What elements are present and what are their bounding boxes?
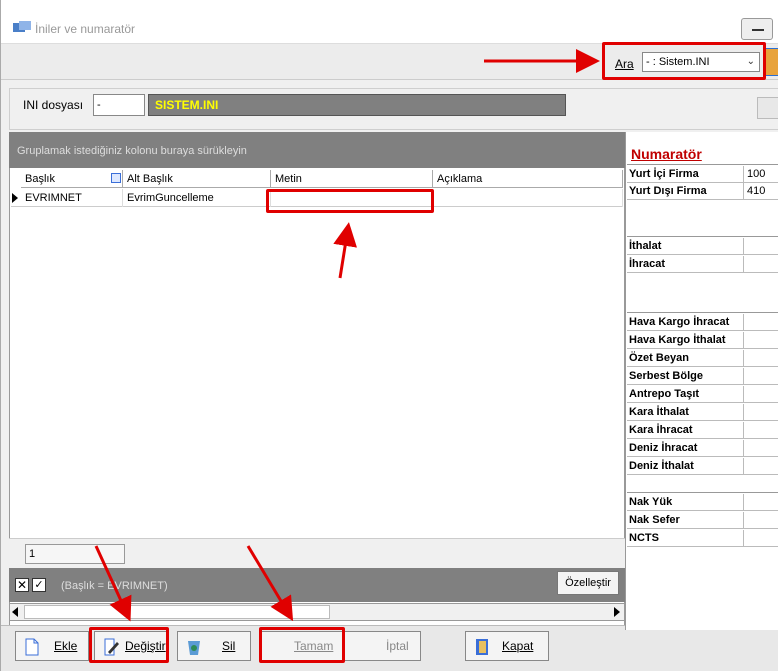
minimize-button[interactable] bbox=[741, 18, 773, 40]
cell-alt-baslik[interactable]: EvrimGuncelleme bbox=[123, 189, 271, 207]
ini-name-field: SISTEM.INI bbox=[148, 94, 566, 116]
filter-enabled-checkbox[interactable]: ✓ bbox=[32, 578, 46, 592]
numarator-row[interactable]: Özet Beyan bbox=[627, 350, 778, 367]
window-title: İniler ve numaratör bbox=[35, 22, 136, 36]
column-header-alt-baslik[interactable]: Alt Başlık bbox=[123, 170, 271, 188]
scroll-right-icon[interactable] bbox=[614, 607, 620, 617]
filter-expression: (Başlık = EVRIMNET) bbox=[61, 580, 168, 592]
horizontal-scrollbar[interactable] bbox=[9, 603, 625, 621]
divider bbox=[627, 164, 778, 165]
numarator-row[interactable]: Kara İthalat bbox=[627, 404, 778, 421]
highlight-box-metin-cell bbox=[266, 189, 434, 213]
highlight-box-edit bbox=[89, 627, 169, 663]
numarator-row[interactable]: Nak Sefer bbox=[627, 512, 778, 529]
numarator-row[interactable]: NCTS bbox=[627, 530, 778, 547]
column-header-metin[interactable]: Metin bbox=[271, 170, 433, 188]
numarator-row[interactable]: Antrepo Taşıt bbox=[627, 386, 778, 403]
close-button[interactable]: Kapat bbox=[465, 631, 549, 661]
numarator-row[interactable]: Serbest Bölge bbox=[627, 368, 778, 385]
numarator-row[interactable]: Hava Kargo İhracat bbox=[627, 314, 778, 331]
numarator-row[interactable]: Yurt Dışı Firma 410 bbox=[627, 183, 778, 200]
scroll-left-icon[interactable] bbox=[12, 607, 18, 617]
add-button[interactable]: Ekle bbox=[15, 631, 89, 661]
minimize-icon bbox=[752, 29, 764, 31]
numarator-row[interactable]: İthalat bbox=[627, 238, 778, 255]
customize-button[interactable]: Özelleştir bbox=[557, 571, 619, 595]
numarator-row[interactable]: Yurt İçi Firma 100 bbox=[627, 166, 778, 183]
cancel-button[interactable]: İptal bbox=[386, 632, 409, 660]
main-window: İniler ve numaratör Ara - : Sistem.INI ⌄… bbox=[0, 0, 778, 671]
highlight-box-ok bbox=[259, 627, 345, 663]
clear-filter-icon[interactable]: ✕ bbox=[15, 578, 29, 592]
filter-icon[interactable] bbox=[111, 173, 121, 183]
ini-code-input[interactable]: - bbox=[93, 94, 145, 116]
row-indicator-icon bbox=[12, 193, 18, 203]
numarator-row[interactable]: Nak Yük bbox=[627, 494, 778, 511]
exit-door-icon bbox=[476, 639, 488, 655]
scrollbar-thumb[interactable] bbox=[24, 605, 330, 619]
ini-side-button[interactable] bbox=[757, 97, 778, 119]
numarator-row[interactable]: Kara İhracat bbox=[627, 422, 778, 439]
record-count-field[interactable]: 1 bbox=[25, 544, 125, 564]
search-go-button[interactable] bbox=[765, 48, 778, 76]
divider bbox=[627, 312, 778, 313]
cell-aciklama[interactable] bbox=[433, 189, 623, 207]
recycle-bin-icon bbox=[188, 641, 200, 655]
numarator-row[interactable]: Hava Kargo İthalat bbox=[627, 332, 778, 349]
group-by-hint: Gruplamak istediğiniz kolonu buraya sürü… bbox=[17, 145, 247, 157]
numarator-row[interactable]: İhracat bbox=[627, 256, 778, 273]
column-header-aciklama[interactable]: Açıklama bbox=[433, 170, 623, 188]
numarator-row[interactable]: Deniz İhracat bbox=[627, 440, 778, 457]
highlight-box-search bbox=[602, 42, 766, 80]
cell-baslik[interactable]: EVRIMNET bbox=[21, 189, 123, 207]
title-bar: İniler ve numaratör bbox=[1, 0, 778, 44]
divider bbox=[627, 492, 778, 493]
divider bbox=[627, 236, 778, 237]
numarator-row[interactable]: Deniz İthalat bbox=[627, 458, 778, 475]
app-icon bbox=[13, 21, 31, 32]
new-document-icon bbox=[25, 638, 39, 656]
column-header-baslik[interactable]: Başlık bbox=[21, 170, 123, 188]
numarator-title: Numaratör bbox=[631, 146, 702, 162]
ini-file-label: INI dosyası bbox=[23, 98, 84, 112]
delete-button[interactable]: Sil bbox=[177, 631, 251, 661]
